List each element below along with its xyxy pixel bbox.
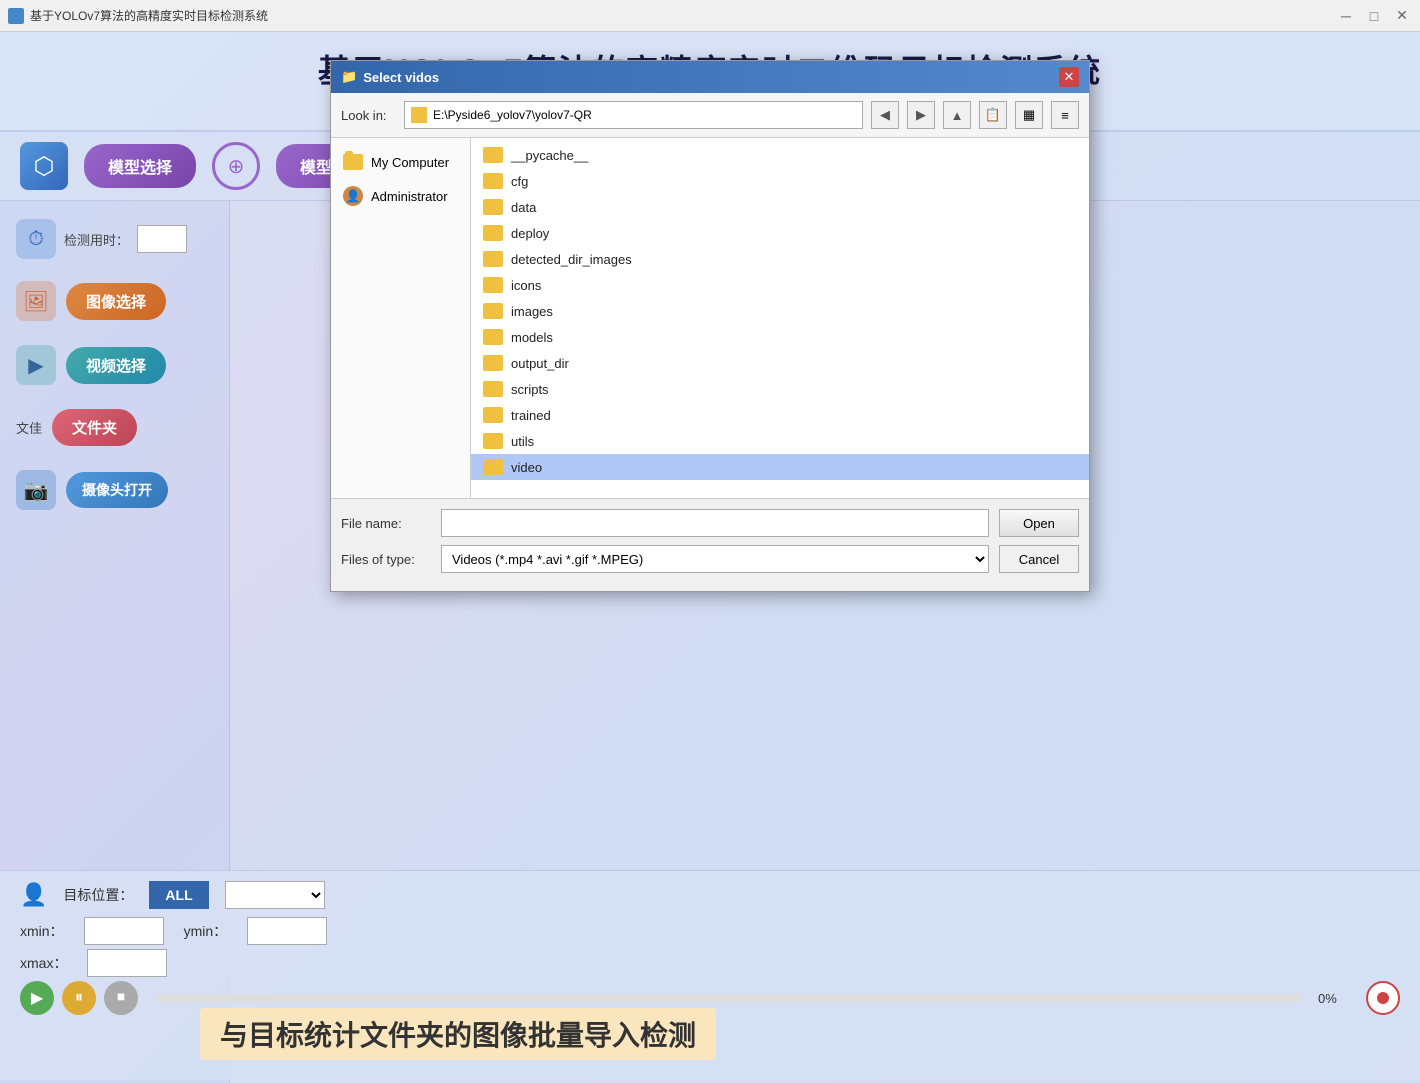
list-item[interactable]: images	[471, 298, 1089, 324]
list-item[interactable]: trained	[471, 402, 1089, 428]
lookin-label: Look in:	[341, 108, 396, 123]
list-item[interactable]: deploy	[471, 220, 1089, 246]
dialog-toolbar: Look in: E:\Pyside6_yolov7\yolov7-QR ◀ ▶…	[331, 93, 1089, 138]
dialog-title: 📁 Select vidos	[341, 69, 439, 85]
file-list: __pycache__cfg data deploy detected_dir_ima…	[471, 138, 1089, 498]
folder-icon	[483, 329, 503, 345]
nav-history-button[interactable]: 📋	[979, 101, 1007, 129]
sidebar-administrator[interactable]: 👤 Administrator	[331, 178, 470, 214]
list-item[interactable]: video	[471, 454, 1089, 480]
list-item[interactable]: scripts	[471, 376, 1089, 402]
folder-name: video	[511, 460, 542, 475]
folder-name: trained	[511, 408, 551, 423]
list-item[interactable]: detected_dir_images	[471, 246, 1089, 272]
folder-icon	[483, 459, 503, 475]
view-list-button[interactable]: ≡	[1051, 101, 1079, 129]
filetype-label: Files of type:	[341, 552, 431, 567]
filetype-select[interactable]: Videos (*.mp4 *.avi *.gif *.MPEG)	[441, 545, 989, 573]
admin-user-icon: 👤	[343, 186, 363, 206]
folder-icon	[483, 355, 503, 371]
cancel-button[interactable]: Cancel	[999, 545, 1079, 573]
list-item[interactable]: data	[471, 194, 1089, 220]
folder-name: utils	[511, 434, 534, 449]
folder-icon	[483, 147, 503, 163]
filename-label: File name:	[341, 516, 431, 531]
list-item[interactable]: icons	[471, 272, 1089, 298]
dialog-sidebar: My Computer 👤 Administrator	[331, 138, 471, 498]
open-button[interactable]: Open	[999, 509, 1079, 537]
nav-back-button[interactable]: ◀	[871, 101, 899, 129]
path-value: E:\Pyside6_yolov7\yolov7-QR	[433, 108, 592, 122]
list-item[interactable]: utils	[471, 428, 1089, 454]
dialog-footer: File name: Open Files of type: Videos (*…	[331, 498, 1089, 591]
dialog-title-text: Select vidos	[363, 70, 439, 85]
filetype-row: Files of type: Videos (*.mp4 *.avi *.gif…	[341, 545, 1079, 573]
folder-icon	[483, 277, 503, 293]
dialog-body: My Computer 👤 Administrator __pycache__c…	[331, 138, 1089, 498]
folder-icon	[483, 173, 503, 189]
folder-icon	[483, 407, 503, 423]
list-item[interactable]: output_dir	[471, 350, 1089, 376]
my-computer-label: My Computer	[371, 155, 449, 170]
nav-forward-button[interactable]: ▶	[907, 101, 935, 129]
my-computer-folder-icon	[343, 154, 363, 170]
path-folder-icon	[411, 107, 427, 123]
dialog-titlebar: 📁 Select vidos ✕	[331, 61, 1089, 93]
list-item[interactable]: cfg	[471, 168, 1089, 194]
file-dialog: 📁 Select vidos ✕ Look in: E:\Pyside6_yol…	[330, 60, 1090, 592]
folder-name: images	[511, 304, 553, 319]
folder-icon	[483, 433, 503, 449]
dialog-overlay: 📁 Select vidos ✕ Look in: E:\Pyside6_yol…	[0, 0, 1420, 1080]
folder-icon	[483, 199, 503, 215]
list-item[interactable]: __pycache__	[471, 142, 1089, 168]
dialog-title-icon: 📁	[341, 69, 357, 85]
folder-name: cfg	[511, 174, 528, 189]
folder-name: scripts	[511, 382, 549, 397]
folder-name: __pycache__	[511, 148, 588, 163]
folder-icon	[483, 303, 503, 319]
folder-name: models	[511, 330, 553, 345]
dialog-close-button[interactable]: ✕	[1059, 67, 1079, 87]
folder-name: detected_dir_images	[511, 252, 632, 267]
filename-input[interactable]	[441, 509, 989, 537]
sidebar-my-computer[interactable]: My Computer	[331, 146, 470, 178]
path-combo[interactable]: E:\Pyside6_yolov7\yolov7-QR	[404, 101, 863, 129]
folder-icon	[483, 381, 503, 397]
folder-name: icons	[511, 278, 541, 293]
filename-row: File name: Open	[341, 509, 1079, 537]
view-detail-button[interactable]: ▦	[1015, 101, 1043, 129]
admin-label: Administrator	[371, 189, 448, 204]
folder-icon	[483, 251, 503, 267]
folder-name: data	[511, 200, 536, 215]
nav-up-button[interactable]: ▲	[943, 101, 971, 129]
list-item[interactable]: models	[471, 324, 1089, 350]
folder-name: output_dir	[511, 356, 569, 371]
folder-icon	[483, 225, 503, 241]
folder-name: deploy	[511, 226, 549, 241]
